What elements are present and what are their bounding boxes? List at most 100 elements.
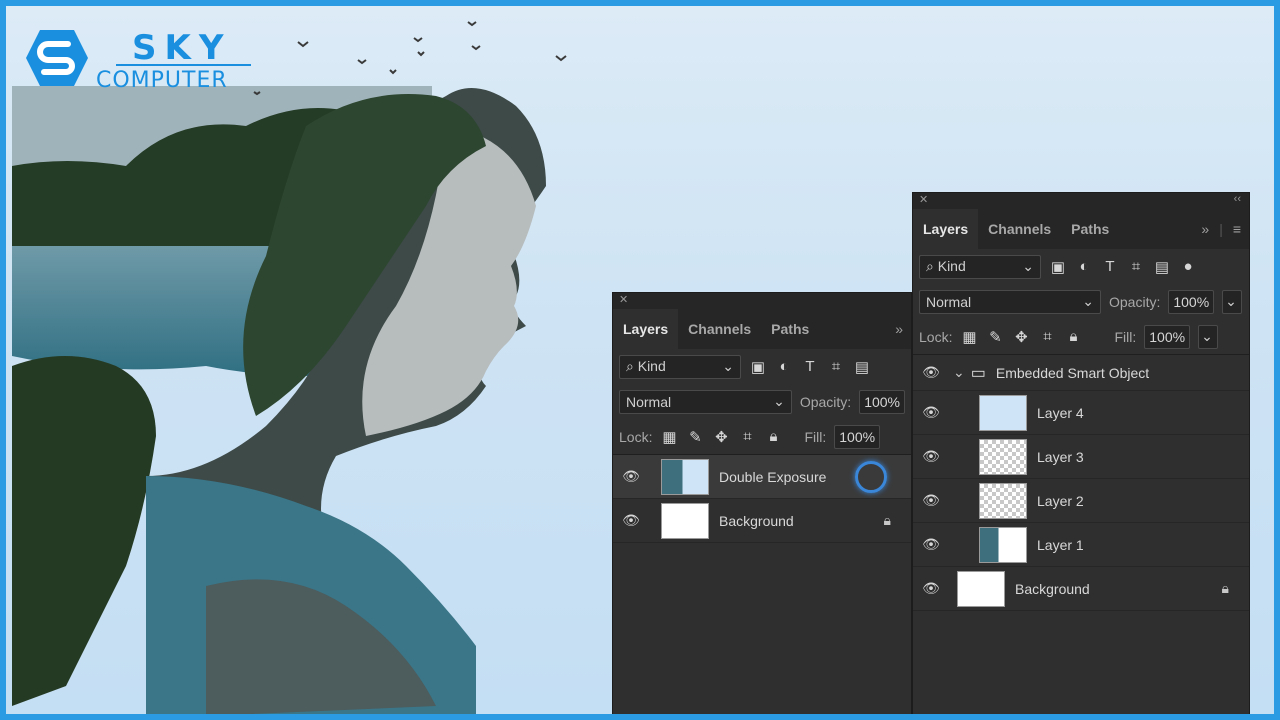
layer-row[interactable]: 👁︎ Background 🔒︎ xyxy=(913,567,1249,611)
fill-field[interactable]: 100% xyxy=(834,424,881,449)
lock-icon: 🔒︎ xyxy=(1221,580,1229,596)
shape-filter-icon[interactable]: ⌗ xyxy=(1127,258,1145,276)
panel-menu-icon[interactable]: ≡ xyxy=(1233,221,1241,237)
eye-icon[interactable]: 👁︎ xyxy=(913,364,949,381)
smart-object-filter-icon[interactable]: ▤ xyxy=(853,358,871,376)
sky-computer-logo: SKY COMPUTER xyxy=(24,26,251,96)
lock-row: Lock: ▦ ✎ ✥ ⌗ 🔒︎ Fill: 100% ⌄ xyxy=(913,319,1249,354)
lock-label: Lock: xyxy=(619,428,653,445)
layer-thumbnail xyxy=(979,526,1027,563)
opacity-field[interactable]: 100% xyxy=(1168,289,1215,314)
layer-thumbnail xyxy=(979,394,1027,431)
lock-all-icon[interactable]: 🔒︎ xyxy=(764,428,782,446)
layer-row[interactable]: 👁︎ Layer 2 xyxy=(913,479,1249,523)
lock-position-icon[interactable]: ✥ xyxy=(712,428,730,446)
lock-position-icon[interactable]: ✥ xyxy=(1012,328,1030,346)
smart-object-filter-icon[interactable]: ▤ xyxy=(1153,258,1171,276)
panel-menu-group: » xyxy=(895,309,903,349)
frame: SKY COMPUTER ✕ ‹‹ Layers Channels Paths … xyxy=(0,0,1280,720)
logo-bottom-text: COMPUTER xyxy=(96,68,228,93)
tab-layers[interactable]: Layers xyxy=(913,209,979,249)
kind-filter-dropdown[interactable]: ⌕ Kind ⌄ xyxy=(919,254,1041,279)
shape-filter-icon[interactable]: ⌗ xyxy=(827,358,845,376)
eye-icon[interactable]: 👁︎ xyxy=(913,536,949,553)
eye-icon[interactable]: 👁︎ xyxy=(913,404,949,421)
kind-label: Kind xyxy=(937,258,966,274)
opacity-dropdown[interactable]: ⌄ xyxy=(1222,289,1243,314)
lock-image-icon[interactable]: ✎ xyxy=(686,428,704,446)
image-filter-icon[interactable]: ▣ xyxy=(1049,258,1067,276)
eye-icon[interactable]: 👁︎ xyxy=(913,580,949,597)
close-icon[interactable]: ✕ xyxy=(619,293,628,306)
logo-divider xyxy=(116,64,251,66)
kind-filter-dropdown[interactable]: ⌕ Kind ⌄ xyxy=(619,354,741,379)
layers-panel: ✕ Layers Channels Paths » ⌕ Kind ⌄ ▣ ◐ T… xyxy=(612,292,912,714)
layer-row-selected[interactable]: 👁︎ Double Exposure xyxy=(613,455,911,499)
fill-label: Fill: xyxy=(804,428,827,445)
adjustment-filter-icon[interactable]: ◐ xyxy=(1075,258,1093,276)
logo-hexagon-icon xyxy=(26,30,88,86)
blend-row: Normal ⌄ Opacity: 100% xyxy=(613,384,911,419)
opacity-field[interactable]: 100% xyxy=(859,389,905,414)
layer-group-row[interactable]: 👁︎ ⌄ ▭ Embedded Smart Object xyxy=(913,355,1249,391)
lock-image-icon[interactable]: ✎ xyxy=(986,328,1004,346)
layer-row[interactable]: 👁︎ Layer 1 xyxy=(913,523,1249,567)
fill-label: Fill: xyxy=(1114,328,1137,345)
eye-icon[interactable]: 👁︎ xyxy=(913,492,949,509)
layer-name: Layer 2 xyxy=(1037,492,1084,509)
expand-icon[interactable]: » xyxy=(1201,221,1209,237)
layer-thumbnail xyxy=(979,482,1027,519)
panel-titlebar: ✕ ‹‹ xyxy=(913,193,1249,209)
chevron-down-icon[interactable]: ⌄ xyxy=(953,364,965,381)
layer-row[interactable]: 👁︎ Background 🔒︎ xyxy=(613,499,911,543)
blend-mode-dropdown[interactable]: Normal ⌄ xyxy=(919,289,1101,314)
eye-icon[interactable]: 👁︎ xyxy=(613,468,649,485)
lock-artboard-icon[interactable]: ⌗ xyxy=(738,428,756,446)
layer-name: Layer 3 xyxy=(1037,448,1084,465)
layers-list: 👁︎ ⌄ ▭ Embedded Smart Object 👁︎ Layer 4 … xyxy=(913,354,1249,611)
close-icon[interactable]: ✕ xyxy=(919,193,928,206)
search-icon: ⌕ xyxy=(926,258,934,274)
chevron-down-icon: ⌄ xyxy=(773,393,785,409)
layer-name: Background xyxy=(719,512,794,529)
layer-name: Layer 4 xyxy=(1037,404,1084,421)
tab-paths[interactable]: Paths xyxy=(761,309,819,349)
opacity-label: Opacity: xyxy=(1109,293,1161,310)
layer-row[interactable]: 👁︎ Layer 3 xyxy=(913,435,1249,479)
lock-artboard-icon[interactable]: ⌗ xyxy=(1038,328,1056,346)
lock-transparent-icon[interactable]: ▦ xyxy=(660,428,678,446)
type-filter-icon[interactable]: T xyxy=(801,358,819,376)
panel-titlebar: ✕ xyxy=(613,293,911,309)
double-exposure-artwork xyxy=(6,6,626,714)
eye-icon[interactable]: 👁︎ xyxy=(613,512,649,529)
tab-channels[interactable]: Channels xyxy=(678,309,761,349)
tab-paths[interactable]: Paths xyxy=(1061,209,1119,249)
expand-icon[interactable]: » xyxy=(895,321,903,337)
opacity-label: Opacity: xyxy=(799,393,852,410)
fill-field[interactable]: 100% xyxy=(1144,324,1191,349)
type-filter-icon[interactable]: T xyxy=(1101,258,1119,276)
panel-menu-group: » | ≡ xyxy=(1201,209,1241,249)
fill-dropdown[interactable]: ⌄ xyxy=(1198,324,1219,349)
chevron-down-icon: ⌄ xyxy=(722,358,734,374)
tab-layers[interactable]: Layers xyxy=(613,309,679,349)
filter-toggle-icon[interactable]: ● xyxy=(1179,258,1197,276)
lock-label: Lock: xyxy=(919,328,953,345)
layers-list: 👁︎ Double Exposure 👁︎ Background 🔒︎ xyxy=(613,454,911,543)
separator: | xyxy=(1219,221,1223,237)
eye-icon[interactable]: 👁︎ xyxy=(913,448,949,465)
tab-channels[interactable]: Channels xyxy=(978,209,1061,249)
blend-mode-dropdown[interactable]: Normal ⌄ xyxy=(619,389,792,414)
image-filter-icon[interactable]: ▣ xyxy=(749,358,767,376)
layer-name: Background xyxy=(1015,580,1090,597)
lock-all-icon[interactable]: 🔒︎ xyxy=(1064,328,1082,346)
lock-transparent-icon[interactable]: ▦ xyxy=(960,328,978,346)
collapse-icon[interactable]: ‹‹ xyxy=(1234,193,1241,205)
panel-tabs: Layers Channels Paths » xyxy=(613,309,911,349)
layer-thumbnail xyxy=(957,570,1005,607)
adjustment-filter-icon[interactable]: ◐ xyxy=(775,358,793,376)
search-icon: ⌕ xyxy=(626,358,634,374)
filter-row: ⌕ Kind ⌄ ▣ ◐ T ⌗ ▤ xyxy=(613,349,911,384)
layer-row[interactable]: 👁︎ Layer 4 xyxy=(913,391,1249,435)
folder-icon: ▭ xyxy=(970,364,986,382)
